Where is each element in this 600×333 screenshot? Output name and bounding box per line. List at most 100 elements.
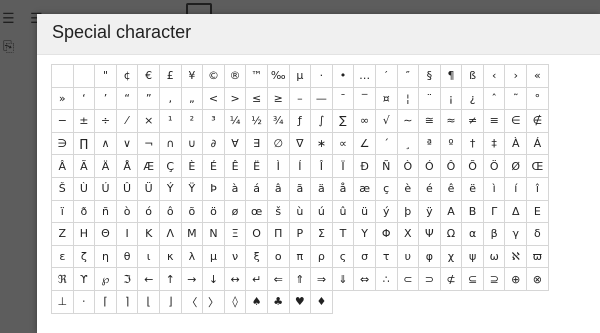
character-cell[interactable]: É xyxy=(203,155,225,178)
character-cell[interactable]: ¼ xyxy=(224,110,247,133)
character-cell[interactable]: ⊇ xyxy=(483,268,506,291)
character-cell[interactable]: ¥ xyxy=(181,65,204,88)
character-cell[interactable]: † xyxy=(462,132,484,156)
character-cell[interactable]: å xyxy=(332,177,355,201)
character-cell[interactable]: ω xyxy=(483,245,506,269)
character-cell[interactable]: ™ xyxy=(246,65,268,88)
character-cell[interactable]: £ xyxy=(159,65,182,88)
character-cell[interactable]: ⇐ xyxy=(267,268,290,291)
character-cell[interactable]: ∅ xyxy=(267,132,290,156)
character-cell[interactable]: " xyxy=(95,65,117,88)
character-cell[interactable]: Ο xyxy=(246,223,268,246)
character-cell[interactable]: Ε xyxy=(527,200,549,224)
character-cell[interactable]: Γ xyxy=(483,200,506,224)
character-cell[interactable]: ⇑ xyxy=(289,268,312,291)
character-cell[interactable]: ≅ xyxy=(419,110,441,133)
character-cell[interactable]: Ζ xyxy=(52,223,74,246)
character-cell[interactable]: ã xyxy=(289,177,312,201)
character-cell[interactable]: ¨ xyxy=(419,87,441,111)
character-cell[interactable]: ≥ xyxy=(267,87,290,111)
character-cell[interactable]: α xyxy=(462,223,484,246)
character-cell[interactable]: ë xyxy=(462,177,484,201)
character-cell[interactable]: Α xyxy=(440,200,463,224)
character-cell[interactable]: ù xyxy=(289,200,312,224)
character-cell[interactable]: θ xyxy=(116,245,139,269)
character-cell[interactable]: ε xyxy=(52,245,74,269)
character-cell[interactable]: ² xyxy=(181,110,204,133)
character-cell[interactable]: ⊆ xyxy=(462,268,484,291)
character-cell[interactable]: μ xyxy=(203,245,225,269)
character-cell[interactable]: · xyxy=(311,65,333,88)
character-cell[interactable]: … xyxy=(354,65,376,88)
character-cell[interactable]: í xyxy=(505,177,528,201)
character-cell[interactable]: φ xyxy=(419,245,441,269)
character-cell[interactable]: ö xyxy=(203,200,225,224)
character-cell[interactable]: ∇ xyxy=(289,132,312,156)
character-cell[interactable]: ‚ xyxy=(159,87,182,111)
character-cell[interactable]: ∪ xyxy=(181,132,204,156)
character-cell[interactable]: Ÿ xyxy=(181,177,204,201)
character-cell[interactable]: ñ xyxy=(95,200,117,224)
character-cell[interactable]: ƒ xyxy=(289,110,312,133)
character-cell[interactable]: ξ xyxy=(246,245,268,269)
character-cell[interactable]: á xyxy=(246,177,268,201)
character-cell[interactable]: Ï xyxy=(332,155,355,178)
character-cell[interactable]: √ xyxy=(375,110,398,133)
character-cell[interactable]: ’ xyxy=(95,87,117,111)
character-cell[interactable]: ¡ xyxy=(440,87,463,111)
character-cell[interactable]: ¶ xyxy=(440,65,463,88)
character-cell[interactable]: ⇓ xyxy=(332,268,355,291)
character-cell[interactable]: ¯ xyxy=(332,87,355,111)
character-cell[interactable]: χ xyxy=(440,245,463,269)
character-cell[interactable]: ∼ xyxy=(397,110,420,133)
character-cell[interactable]: ¢ xyxy=(116,65,139,88)
character-cell[interactable]: ∠ xyxy=(354,132,376,156)
character-cell[interactable]: ⇔ xyxy=(354,268,376,291)
character-cell[interactable]: õ xyxy=(181,200,204,224)
character-cell[interactable]: ª xyxy=(419,132,441,156)
character-cell[interactable]: â xyxy=(267,177,290,201)
character-cell[interactable]: ® xyxy=(224,65,247,88)
character-cell[interactable]: à xyxy=(224,177,247,201)
character-cell[interactable]: ≤ xyxy=(246,87,268,111)
character-cell[interactable]: Ó xyxy=(419,155,441,178)
character-cell[interactable]: ↔ xyxy=(224,268,247,291)
character-cell[interactable]: ← xyxy=(138,268,160,291)
character-cell[interactable]: Š xyxy=(52,177,74,201)
character-cell[interactable]: ψ xyxy=(462,245,484,269)
character-cell[interactable]: ι xyxy=(138,245,160,269)
character-cell[interactable]: Ä xyxy=(95,155,117,178)
character-cell[interactable]: Ö xyxy=(483,155,506,178)
character-cell[interactable]: ⌋ xyxy=(159,290,182,314)
character-cell[interactable]: æ xyxy=(354,177,376,201)
character-cell[interactable]: © xyxy=(203,65,225,88)
character-cell[interactable]: ⊥ xyxy=(52,290,74,314)
character-cell[interactable]: Ý xyxy=(159,177,182,201)
character-cell[interactable]: ü xyxy=(354,200,376,224)
character-cell[interactable]: È xyxy=(181,155,204,178)
character-cell[interactable]: ˜ xyxy=(505,87,528,111)
character-cell[interactable]: ο xyxy=(267,245,290,269)
character-cell[interactable]: ∏ xyxy=(73,132,96,156)
character-cell[interactable]: Β xyxy=(462,200,484,224)
character-cell[interactable]: ” xyxy=(138,87,160,111)
character-cell[interactable]: Ù xyxy=(73,177,96,201)
character-cell[interactable]: Œ xyxy=(527,155,549,178)
character-cell[interactable]: Ú xyxy=(95,177,117,201)
character-cell[interactable] xyxy=(73,65,96,88)
character-cell[interactable]: ∴ xyxy=(375,268,398,291)
character-cell[interactable]: Â xyxy=(52,155,74,178)
character-cell[interactable]: Ξ xyxy=(224,223,247,246)
character-cell[interactable]: ⊕ xyxy=(505,268,528,291)
character-cell[interactable]: ⊗ xyxy=(527,268,549,291)
character-cell[interactable]: Θ xyxy=(95,223,117,246)
character-cell[interactable]: Á xyxy=(527,132,549,156)
character-cell[interactable]: 〉 xyxy=(203,290,225,314)
character-cell[interactable]: ♥ xyxy=(289,290,312,314)
character-cell[interactable]: ¸ xyxy=(397,132,420,156)
character-cell[interactable]: º xyxy=(440,132,463,156)
character-cell[interactable]: Û xyxy=(116,177,139,201)
character-cell[interactable]: ↓ xyxy=(203,268,225,291)
character-cell[interactable]: ó xyxy=(138,200,160,224)
character-cell[interactable]: Ô xyxy=(440,155,463,178)
